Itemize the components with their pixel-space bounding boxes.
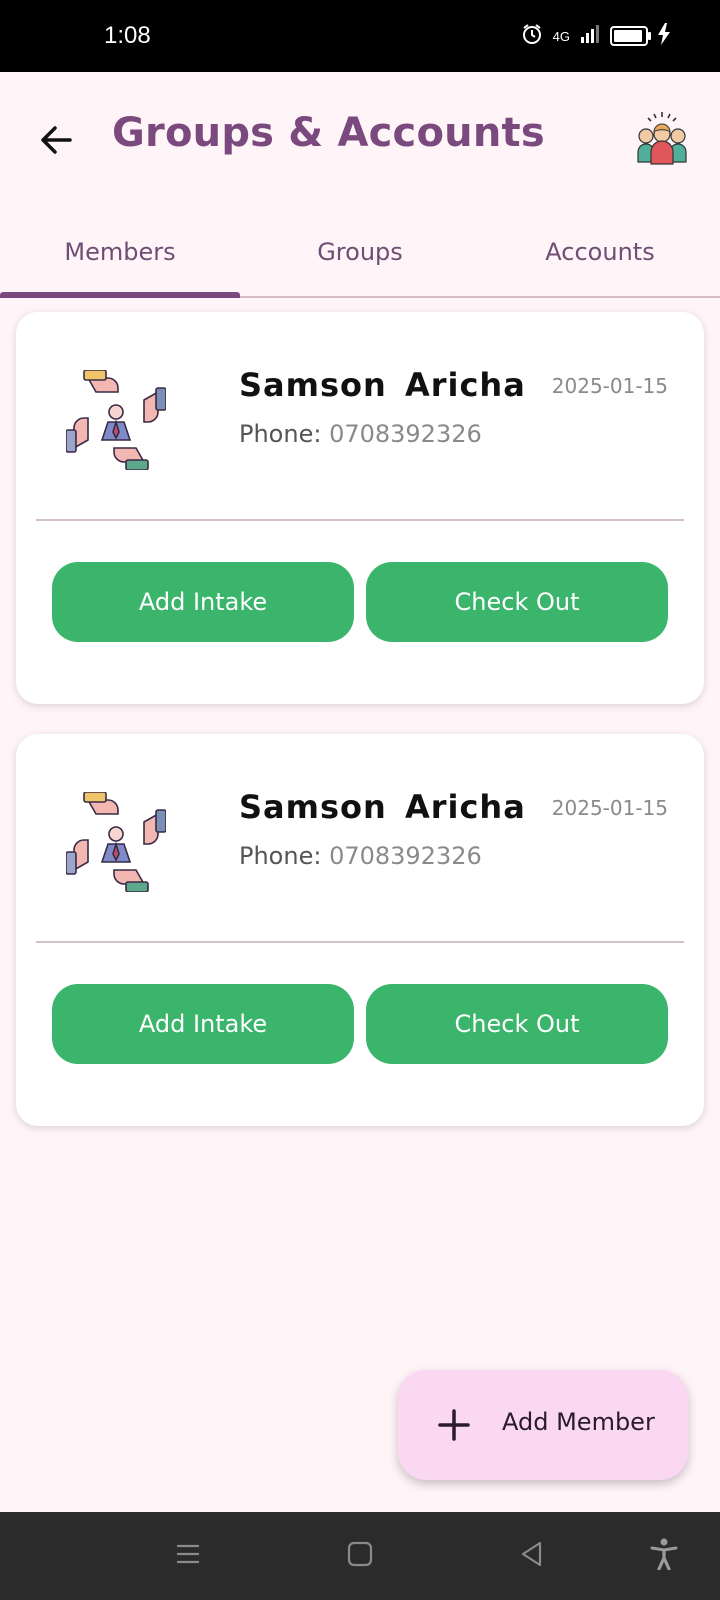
check-out-button[interactable]: Check Out — [366, 984, 668, 1064]
phone-label: Phone: — [239, 842, 330, 870]
add-intake-button[interactable]: Add Intake — [52, 984, 354, 1064]
member-phone: Phone: 0708392326 — [239, 842, 482, 870]
add-member-label: Add Member — [502, 1408, 655, 1436]
status-icons: 4G — [521, 22, 670, 50]
back-triangle-icon — [518, 1540, 546, 1572]
add-member-button[interactable]: Add Member — [398, 1370, 688, 1480]
signal-icon — [580, 24, 600, 48]
phone-label: Phone: — [239, 420, 330, 448]
tab-accounts[interactable]: Accounts — [480, 208, 720, 296]
member-avatar-icon — [65, 791, 167, 893]
accessibility-icon — [650, 1538, 678, 1574]
system-nav-bar — [0, 1512, 720, 1600]
accessibility-button[interactable] — [648, 1538, 680, 1574]
member-card[interactable]: Samson Aricha 2025-01-15 Phone: 07083923… — [16, 734, 704, 1126]
plus-icon — [438, 1409, 470, 1441]
member-name: Samson Aricha — [239, 788, 526, 826]
member-avatar-icon — [65, 369, 167, 471]
nav-menu-button[interactable] — [172, 1540, 204, 1572]
check-out-button[interactable]: Check Out — [366, 562, 668, 642]
app-bar: Groups & Accounts — [0, 72, 720, 202]
member-date: 2025-01-15 — [551, 796, 668, 820]
member-phone: Phone: 0708392326 — [239, 420, 482, 448]
home-square-icon — [346, 1540, 374, 1572]
tab-indicator — [0, 292, 240, 298]
alarm-icon — [521, 23, 543, 49]
status-time: 1:08 — [104, 22, 151, 49]
nav-home-button[interactable] — [344, 1540, 376, 1572]
nav-back-button[interactable] — [516, 1540, 548, 1572]
battery-icon — [610, 26, 651, 46]
charging-icon — [658, 23, 670, 49]
tab-bar: Members Groups Accounts — [0, 208, 720, 298]
page-title: Groups & Accounts — [112, 110, 545, 156]
card-divider — [36, 519, 684, 521]
member-date: 2025-01-15 — [551, 374, 668, 398]
arrow-back-icon — [38, 122, 74, 162]
member-name: Samson Aricha — [239, 366, 526, 404]
card-divider — [36, 941, 684, 943]
network-type: 4G — [552, 28, 570, 44]
add-intake-button[interactable]: Add Intake — [52, 562, 354, 642]
team-icon[interactable] — [634, 110, 690, 166]
menu-icon — [174, 1540, 202, 1572]
tab-members[interactable]: Members — [0, 208, 240, 296]
phone-value: 0708392326 — [329, 420, 482, 448]
tab-groups[interactable]: Groups — [240, 208, 480, 296]
back-button[interactable] — [30, 116, 82, 168]
status-bar: 1:08 4G — [0, 0, 720, 72]
phone-value: 0708392326 — [329, 842, 482, 870]
member-card[interactable]: Samson Aricha 2025-01-15 Phone: 07083923… — [16, 312, 704, 704]
